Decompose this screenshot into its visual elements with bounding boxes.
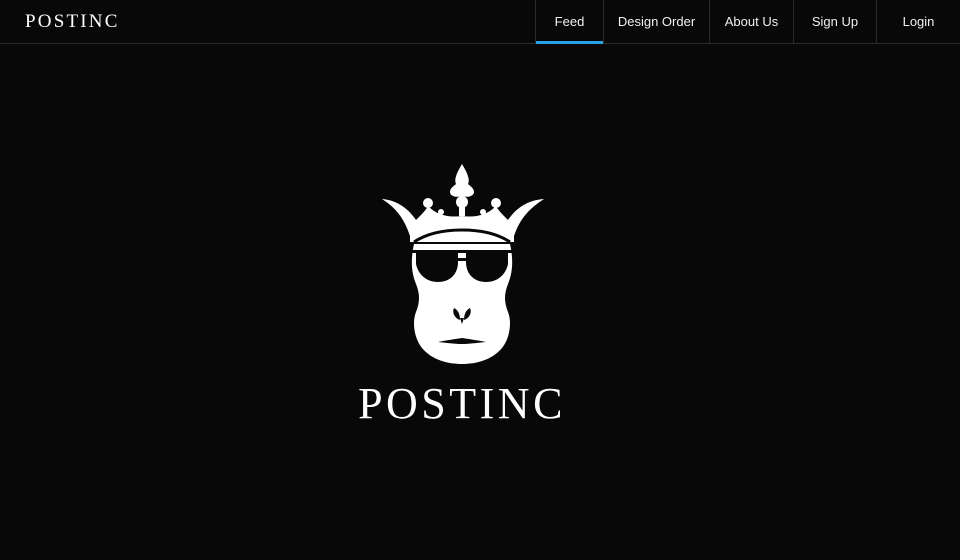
- nav-sign-up-label: Sign Up: [811, 14, 859, 29]
- brand-logo-link[interactable]: POSTINC: [25, 11, 120, 33]
- hero-wordmark: POSTINC: [358, 379, 566, 428]
- hero-section: POSTINC: [0, 44, 960, 560]
- nav-login[interactable]: Login: [876, 0, 960, 43]
- nav-feed-label: Feed: [554, 14, 585, 29]
- nav-feed[interactable]: Feed: [535, 0, 603, 44]
- top-navigation-bar: POSTINC Feed Design Order About Us Sign …: [0, 0, 960, 44]
- nav-sign-up[interactable]: Sign Up: [793, 0, 876, 43]
- nav-design-order-label: Design Order: [617, 14, 696, 29]
- nav-about-us[interactable]: About Us: [709, 0, 793, 43]
- nav-about-us-label: About Us: [724, 14, 779, 29]
- nav-design-order[interactable]: Design Order: [603, 0, 709, 43]
- main-nav: Feed Design Order About Us Sign Up Login: [535, 0, 960, 44]
- nav-login-label: Login: [902, 14, 935, 29]
- crowned-monkey-sunglasses-icon: [382, 164, 544, 364]
